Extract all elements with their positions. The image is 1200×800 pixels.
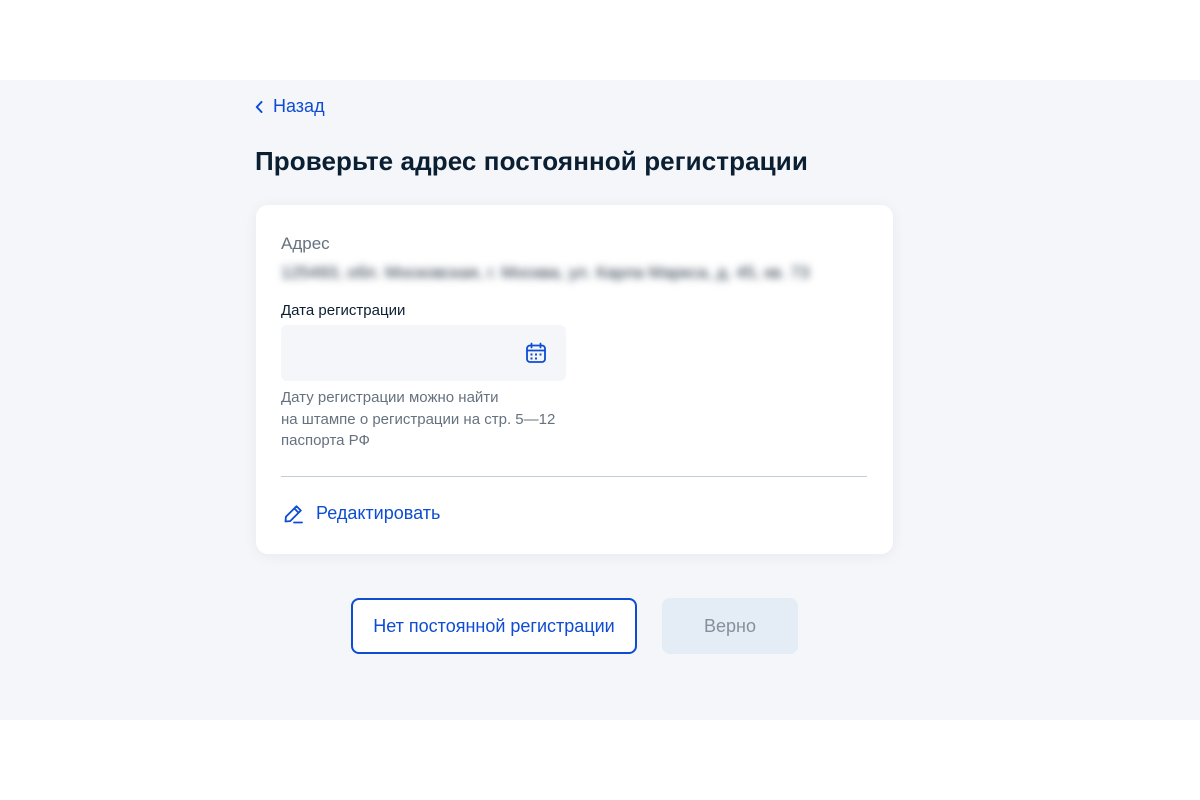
registration-date-input[interactable] <box>281 325 566 381</box>
address-value: 125493, обл. Московская, г. Москва, ул. … <box>281 263 810 282</box>
hint-line: Дату регистрации можно найти <box>281 389 499 406</box>
edit-address-button[interactable]: Редактировать <box>283 503 440 524</box>
hint-line: паспорта РФ <box>281 432 370 449</box>
calendar-icon[interactable] <box>525 342 547 364</box>
no-registration-button[interactable]: Нет постоянной регистрации <box>351 598 637 654</box>
registration-date-hint: Дату регистрации можно найти на штампе о… <box>281 387 601 452</box>
back-link[interactable]: Назад <box>255 96 325 117</box>
edit-address-label: Редактировать <box>316 503 441 523</box>
confirm-button[interactable]: Верно <box>662 598 798 654</box>
address-label: Адрес <box>281 234 330 253</box>
chevron-left-icon <box>255 100 263 113</box>
page-title: Проверьте адрес постоянной регистрации <box>255 146 808 176</box>
pencil-icon <box>284 505 303 524</box>
hint-line: на штампе о регистрации на стр. 5—12 <box>281 410 556 428</box>
card-divider <box>281 476 867 477</box>
back-link-label: Назад <box>273 96 325 116</box>
registration-date-label: Дата регистрации <box>281 302 406 319</box>
address-card: Адрес 125493, обл. Московская, г. Москва… <box>256 205 893 554</box>
